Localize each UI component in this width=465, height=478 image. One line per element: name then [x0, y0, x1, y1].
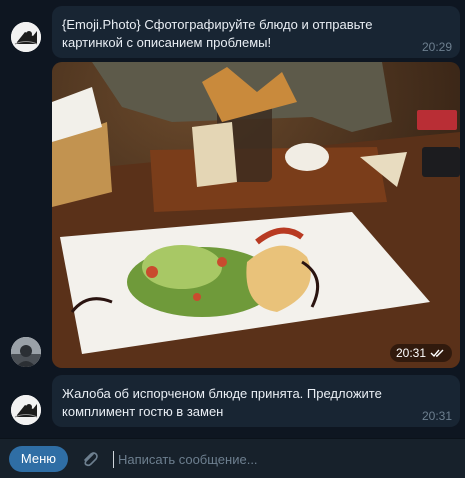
- text-cursor: [113, 451, 114, 468]
- user-avatar[interactable]: [11, 337, 41, 367]
- paperclip-icon[interactable]: [80, 449, 100, 469]
- double-check-icon: [430, 349, 444, 358]
- menu-button[interactable]: Меню: [9, 446, 68, 472]
- photo-meta: 20:31: [389, 344, 452, 362]
- message-input[interactable]: [118, 449, 448, 469]
- bot-avatar[interactable]: [11, 395, 41, 425]
- message-text: Жалоба об испорченом блюде принята. Пред…: [62, 386, 382, 419]
- dish-photo-image: [52, 62, 460, 368]
- message-bubble-instruction[interactable]: {Emoji.Photo} Сфотографируйте блюдо и от…: [52, 6, 460, 58]
- message-time: 20:31: [421, 409, 452, 423]
- message-text: {Emoji.Photo} Сфотографируйте блюдо и от…: [62, 17, 373, 50]
- composer-bar: Меню: [0, 438, 465, 478]
- message-bubble-confirmation[interactable]: Жалоба об испорченом блюде принята. Пред…: [52, 375, 460, 427]
- message-time: 20:29: [421, 40, 452, 54]
- dish-photo[interactable]: 20:31: [52, 62, 460, 368]
- bot-avatar[interactable]: [11, 22, 41, 52]
- chat-history[interactable]: {Emoji.Photo} Сфотографируйте блюдо и от…: [0, 0, 465, 436]
- message-time: 20:31: [395, 346, 426, 360]
